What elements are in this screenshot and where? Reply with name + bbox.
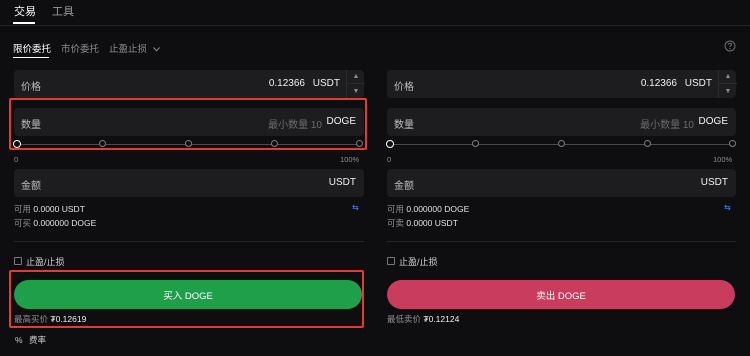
sell-price-field[interactable]: 价格 0.12366 USDT ▲ ▼	[387, 70, 737, 98]
tab-tp-sl-order[interactable]: 止盈止损	[109, 41, 160, 55]
tab-underline	[13, 22, 35, 24]
tab-tp-sl-label: 止盈止损	[109, 44, 148, 55]
tab-limit-order[interactable]: 限价委托	[13, 41, 51, 55]
sell-amount-field[interactable]: 金额 USDT	[387, 169, 736, 197]
buy-can-buy-value: 0.000000 DOGE	[33, 218, 97, 228]
order-type-tabs: 限价委托 市价委托 止盈止损	[0, 40, 750, 58]
buy-tp-sl-toggle[interactable]: 止盈/止损	[14, 255, 65, 268]
buy-best-price-label: 最高买价	[14, 314, 49, 324]
buy-slider-min-label: 0	[14, 155, 19, 164]
sell-quantity-placeholder: 最小数量 10	[640, 120, 694, 131]
buy-amount-label: 金额	[21, 181, 41, 192]
buy-price-increment-button[interactable]: ▲	[347, 70, 365, 84]
sell-slider-stop[interactable]	[558, 140, 565, 147]
sell-slider-max-label: 100%	[713, 155, 733, 164]
sell-can-sell-row: 可卖 0.0000 USDT	[387, 217, 458, 229]
sell-amount-label: 金额	[394, 181, 414, 192]
chevron-down-icon: ▼	[352, 87, 360, 95]
buy-price-stepper: ▲ ▼	[346, 70, 365, 98]
sell-available-value: 0.000000 DOGE	[406, 204, 470, 214]
sell-slider-handle[interactable]	[386, 140, 394, 148]
buy-slider-stop[interactable]	[185, 140, 192, 147]
sell-quantity-field[interactable]: 数量 最小数量 10 DOGE	[387, 108, 736, 136]
buy-available-label: 可用	[14, 204, 32, 214]
checkbox-icon[interactable]	[14, 257, 22, 265]
tab-tools[interactable]: 工具	[52, 3, 74, 19]
chevron-up-icon: ▲	[352, 73, 360, 80]
transfer-icon[interactable]: ⇆	[352, 204, 360, 212]
chevron-up-icon: ▲	[724, 73, 732, 80]
buy-amount-field[interactable]: 金额 USDT	[14, 169, 364, 197]
buy-available-value: 0.0000 USDT	[33, 204, 85, 214]
buy-price-field[interactable]: 价格 0.12366 USDT ▲ ▼	[14, 70, 365, 98]
sell-slider-stop[interactable]	[729, 140, 736, 147]
checkbox-icon[interactable]	[387, 257, 395, 265]
buy-price-decrement-button[interactable]: ▼	[347, 84, 365, 98]
buy-quantity-unit: DOGE	[326, 116, 356, 127]
buy-price-label: 价格	[21, 82, 41, 93]
sell-best-price-label: 最低卖价	[387, 314, 422, 324]
fee-rate-link[interactable]: % 费率	[15, 334, 46, 346]
buy-tp-sl-label: 止盈/止损	[26, 257, 65, 267]
sell-slider-stop[interactable]	[472, 140, 479, 147]
buy-slider-stop[interactable]	[99, 140, 106, 147]
transfer-icon[interactable]: ⇆	[724, 204, 732, 212]
sell-can-sell-label: 可卖	[387, 218, 405, 228]
buy-best-price-row: 最高买价 ₮0.12619	[14, 313, 86, 325]
buy-slider-stop[interactable]	[271, 140, 278, 147]
buy-price-value: 0.12366	[268, 78, 305, 89]
sell-available-row: 可用 0.000000 DOGE	[387, 203, 469, 215]
sell-available-label: 可用	[387, 204, 405, 214]
sell-amount-unit: USDT	[700, 177, 728, 188]
sell-slider-stop[interactable]	[644, 140, 651, 147]
sell-quantity-label: 数量	[394, 120, 414, 131]
tab-trade[interactable]: 交易	[14, 3, 36, 19]
sell-price-label: 价格	[394, 82, 414, 93]
sell-tp-sl-toggle[interactable]: 止盈/止损	[387, 255, 438, 268]
sell-quantity-unit: DOGE	[698, 116, 728, 127]
chevron-down-icon: ▼	[724, 87, 732, 95]
sell-price-decrement-button[interactable]: ▼	[719, 84, 737, 98]
sell-price-unit: USDT	[684, 78, 712, 89]
question-circle-icon[interactable]	[724, 40, 736, 52]
sell-best-price-value: ₮0.12124	[423, 314, 460, 324]
buy-can-buy-row: 可买 0.000000 DOGE	[14, 217, 96, 229]
buy-divider	[14, 241, 364, 242]
order-type-underline	[13, 57, 49, 58]
sell-divider	[387, 241, 736, 242]
sell-price-value: 0.12366	[640, 78, 677, 89]
buy-slider-max-label: 100%	[340, 155, 360, 164]
buy-quantity-label: 数量	[21, 120, 41, 131]
chevron-down-icon	[152, 47, 160, 52]
buy-quantity-placeholder: 最小数量 10	[268, 120, 322, 131]
sell-price-increment-button[interactable]: ▲	[719, 70, 737, 84]
buy-quantity-field[interactable]: 数量 最小数量 10 DOGE	[14, 108, 364, 136]
buy-can-buy-label: 可买	[14, 218, 32, 228]
buy-price-unit: USDT	[312, 78, 340, 89]
top-tabs: 交易 工具	[0, 0, 750, 26]
buy-amount-unit: USDT	[328, 177, 356, 188]
buy-available-row: 可用 0.0000 USDT	[14, 203, 85, 215]
sell-can-sell-value: 0.0000 USDT	[406, 218, 458, 228]
buy-slider-handle[interactable]	[13, 140, 21, 148]
percent-icon: %	[15, 335, 23, 345]
tab-market-order[interactable]: 市价委托	[61, 41, 99, 55]
buy-button[interactable]: 买入 DOGE	[14, 280, 362, 309]
sell-button[interactable]: 卖出 DOGE	[387, 280, 735, 309]
fee-rate-label: 费率	[28, 335, 46, 345]
buy-best-price-value: ₮0.12619	[50, 314, 87, 324]
sell-slider-min-label: 0	[387, 155, 392, 164]
buy-slider-stop[interactable]	[356, 140, 363, 147]
sell-price-stepper: ▲ ▼	[718, 70, 737, 98]
sell-tp-sl-label: 止盈/止损	[399, 257, 438, 267]
sell-best-price-row: 最低卖价 ₮0.12124	[387, 313, 459, 325]
